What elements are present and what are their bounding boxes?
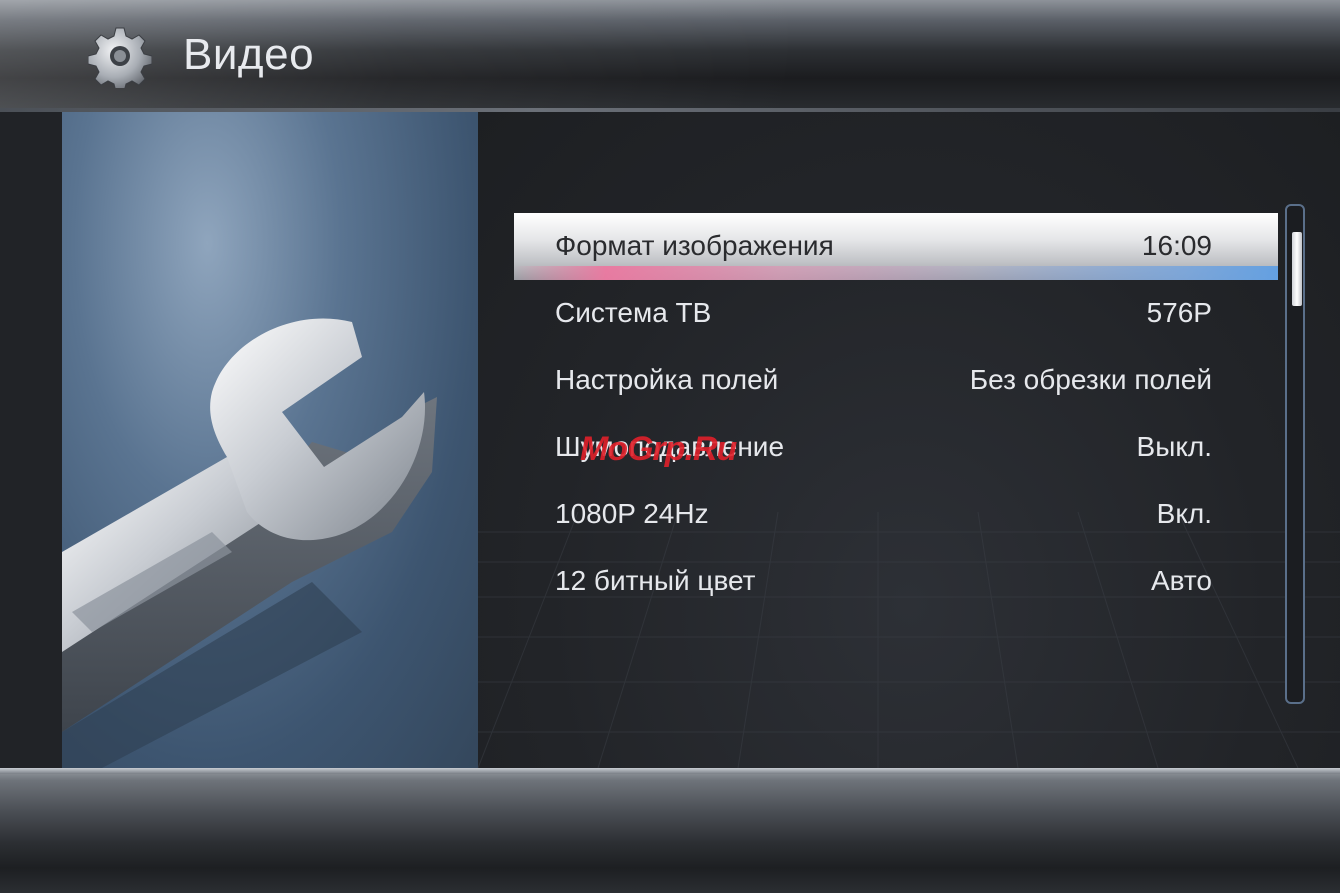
menu-item-value: Выкл. [1136, 431, 1212, 462]
footer-bar [0, 768, 1340, 893]
watermark: MoGrp.Ru [580, 430, 737, 468]
menu-item-value: 16:09 [1141, 230, 1212, 261]
menu-item-label: 12 битный цвет [555, 565, 756, 596]
menu-item-overscan[interactable]: Настройка полей Без обрезки полей [514, 347, 1278, 414]
menu-item-label: 1080P 24Hz [555, 498, 709, 529]
wrench-art-panel [62, 112, 478, 768]
wrench-icon [62, 318, 437, 768]
page-title: Видео [183, 30, 315, 79]
menu-item-1080p-24hz[interactable]: 1080P 24Hz Вкл. [514, 481, 1278, 548]
selection-glow [514, 266, 1278, 280]
scrollbar-thumb[interactable] [1292, 232, 1302, 306]
menu-item-label: Настройка полей [555, 364, 779, 395]
settings-menu: Формат изображения 16:09 Система ТВ 576P… [514, 213, 1278, 615]
left-margin [0, 112, 62, 768]
menu-item-tv-system[interactable]: Система ТВ 576P [514, 280, 1278, 347]
menu-item-12bit-color[interactable]: 12 битный цвет Авто [514, 548, 1278, 615]
menu-item-image-format[interactable]: Формат изображения 16:09 [514, 213, 1278, 280]
gear-icon [88, 27, 152, 88]
menu-item-value: Вкл. [1156, 498, 1212, 529]
footer-highlight [0, 768, 1340, 774]
menu-item-value: 576P [1146, 297, 1212, 328]
menu-item-label: Формат изображения [555, 230, 834, 261]
menu-item-value: Без обрезки полей [969, 364, 1212, 395]
menu-item-label: Система ТВ [555, 297, 712, 328]
menu-item-value: Авто [1150, 565, 1212, 596]
